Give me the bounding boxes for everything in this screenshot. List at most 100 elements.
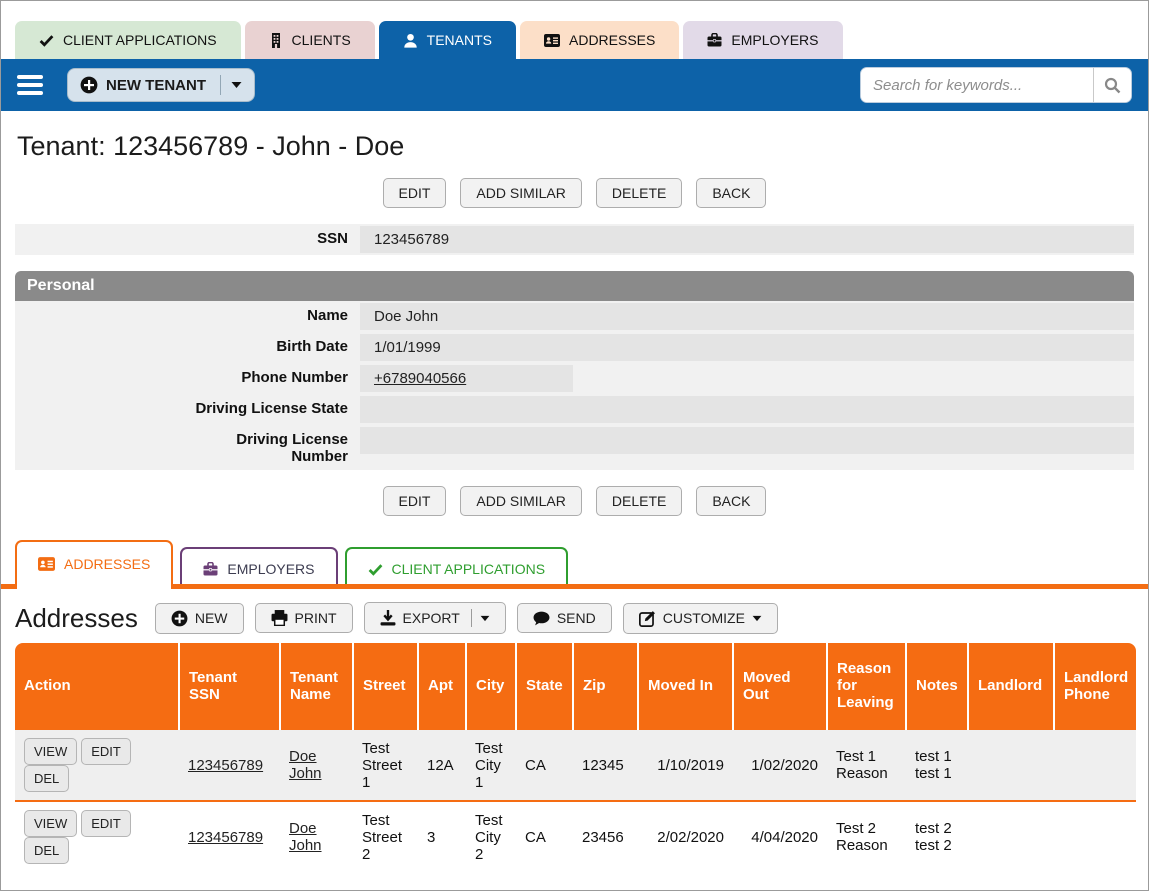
address-row: VIEWEDIT DEL 123456789 Doe John Test Stre… — [15, 801, 1136, 872]
hamburger-icon[interactable] — [17, 75, 43, 95]
action-cell: VIEWEDIT DEL — [15, 729, 179, 801]
customize-label: CUSTOMIZE — [663, 610, 745, 626]
subtab-addresses-active[interactable]: ADDRESSES — [15, 540, 173, 589]
edit-button[interactable]: EDIT — [81, 810, 131, 837]
col-apt: Apt — [418, 643, 466, 729]
customize-button[interactable]: CUSTOMIZE — [623, 603, 778, 634]
delete-button[interactable]: DELETE — [596, 486, 682, 516]
col-landlord-phone: Landlord Phone — [1054, 643, 1136, 729]
personal-section-header: Personal — [15, 271, 1134, 301]
view-button[interactable]: VIEW — [24, 810, 77, 837]
name-value: Doe John — [360, 303, 1134, 330]
phone-number-link[interactable]: +6789040566 — [374, 370, 466, 387]
moved-out-cell: 4/04/2020 — [733, 801, 827, 872]
add-similar-button[interactable]: ADD SIMILAR — [460, 486, 581, 516]
related-tabs-bar: ADDRESSES EMPLOYERS CLIENT APPLICATIONS — [1, 532, 1148, 589]
subtab-label: ADDRESSES — [64, 556, 150, 572]
subtab-client-applications[interactable]: CLIENT APPLICATIONS — [345, 547, 569, 589]
caret-down-icon[interactable] — [480, 615, 490, 622]
landlord-cell — [968, 729, 1054, 801]
tenant-ssn-cell: 123456789 — [179, 801, 280, 872]
edit-button[interactable]: EDIT — [81, 738, 131, 765]
caret-down-icon[interactable] — [231, 81, 242, 89]
person-icon — [403, 33, 418, 48]
col-moved-out: Moved Out — [733, 643, 827, 729]
subtab-label: CLIENT APPLICATIONS — [392, 561, 546, 577]
reason-cell: Test 1 Reason — [827, 729, 906, 801]
tenant-name-link[interactable]: Doe John — [289, 748, 322, 782]
dl-number-value — [360, 427, 1134, 454]
del-button[interactable]: DEL — [24, 765, 69, 792]
page-title: Tenant: 123456789 - John - Doe — [17, 131, 1132, 162]
field-phone-number: Phone Number +6789040566 — [15, 363, 1134, 394]
search-field — [860, 67, 1132, 103]
building-icon — [269, 33, 283, 48]
zip-cell: 23456 — [573, 801, 638, 872]
tab-clients[interactable]: CLIENTS — [245, 21, 375, 59]
edit-button[interactable]: EDIT — [383, 486, 447, 516]
ssn-value: 123456789 — [360, 226, 1134, 253]
send-label: SEND — [557, 610, 596, 626]
subtab-employers[interactable]: EMPLOYERS — [180, 547, 337, 589]
col-street: Street — [353, 643, 418, 729]
phone-number-label: Phone Number — [15, 363, 360, 394]
record-actions-bottom: EDIT ADD SIMILAR DELETE BACK — [1, 486, 1148, 516]
plus-circle-icon — [80, 76, 98, 94]
col-notes: Notes — [906, 643, 968, 729]
col-zip: Zip — [573, 643, 638, 729]
tab-employers[interactable]: EMPLOYERS — [683, 21, 842, 59]
caret-down-icon[interactable] — [752, 615, 762, 622]
edit-button[interactable]: EDIT — [383, 178, 447, 208]
street-cell: Test Street 2 — [353, 801, 418, 872]
dl-number-label: Driving License Number — [15, 425, 360, 470]
search-button[interactable] — [1093, 68, 1131, 102]
add-similar-button[interactable]: ADD SIMILAR — [460, 178, 581, 208]
table-header-row: Action Tenant SSN Tenant Name Street Apt… — [15, 643, 1136, 729]
tenant-ssn-link[interactable]: 123456789 — [188, 829, 263, 846]
tab-label: ADDRESSES — [569, 32, 655, 48]
tenant-ssn-link[interactable]: 123456789 — [188, 757, 263, 774]
del-button[interactable]: DEL — [24, 837, 69, 864]
tab-label: CLIENT APPLICATIONS — [63, 32, 217, 48]
tab-addresses[interactable]: ADDRESSES — [520, 21, 679, 59]
state-cell: CA — [516, 729, 573, 801]
view-button[interactable]: VIEW — [24, 738, 77, 765]
tenant-name-link[interactable]: Doe John — [289, 820, 322, 854]
back-button[interactable]: BACK — [696, 486, 766, 516]
print-button[interactable]: PRINT — [255, 603, 353, 633]
button-divider — [220, 75, 221, 95]
edit-square-icon — [639, 610, 656, 627]
plus-circle-icon — [171, 610, 188, 627]
landlord-cell — [968, 801, 1054, 872]
back-button[interactable]: BACK — [696, 178, 766, 208]
tab-label: TENANTS — [427, 32, 492, 48]
new-tenant-button[interactable]: NEW TENANT — [67, 68, 255, 102]
tab-client-applications[interactable]: CLIENT APPLICATIONS — [15, 21, 241, 59]
briefcase-icon — [203, 562, 218, 576]
search-input[interactable] — [861, 68, 1093, 102]
tenant-name-cell: Doe John — [280, 729, 353, 801]
state-cell: CA — [516, 801, 573, 872]
subtab-label: EMPLOYERS — [227, 561, 314, 577]
check-icon — [39, 33, 54, 48]
moved-in-cell: 1/10/2019 — [638, 729, 733, 801]
speech-bubble-icon — [533, 611, 550, 626]
delete-button[interactable]: DELETE — [596, 178, 682, 208]
field-dl-number: Driving License Number — [15, 425, 1134, 470]
send-button[interactable]: SEND — [517, 603, 612, 633]
col-state: State — [516, 643, 573, 729]
dl-state-value — [360, 396, 1134, 423]
field-name: Name Doe John — [15, 301, 1134, 332]
city-cell: Test City 1 — [466, 729, 516, 801]
action-cell: VIEWEDIT DEL — [15, 801, 179, 872]
print-label: PRINT — [295, 610, 337, 626]
primary-toolbar: NEW TENANT — [1, 59, 1148, 111]
tab-label: EMPLOYERS — [731, 32, 818, 48]
download-icon — [380, 610, 396, 626]
export-button[interactable]: EXPORT — [364, 602, 506, 634]
col-landlord: Landlord — [968, 643, 1054, 729]
new-address-button[interactable]: NEW — [155, 603, 244, 634]
tab-tenants-active[interactable]: TENANTS — [379, 21, 516, 59]
tenant-name-cell: Doe John — [280, 801, 353, 872]
apt-cell: 12A — [418, 729, 466, 801]
